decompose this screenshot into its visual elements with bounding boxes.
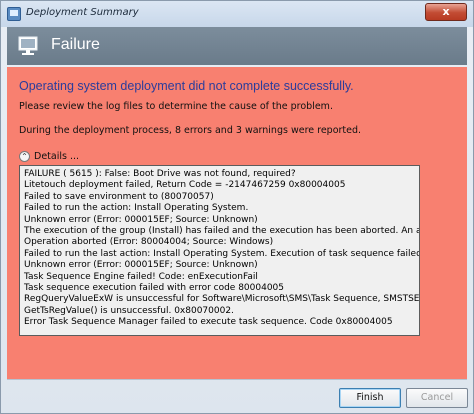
details-line: GetTsRegValue() is unsuccessful. 0x80070… [24,305,234,316]
finish-button[interactable]: Finish [339,388,401,408]
window-title: Deployment Summary [26,7,139,18]
details-line: Litetouch deployment failed, Return Code… [24,180,346,191]
summary-message-review: Please review the log files to determine… [19,101,333,112]
details-line: Failed to save environment to (80070057) [24,191,214,202]
details-line: FAILURE ( 5615 ): False: Boot Drive was … [24,169,296,179]
summary-headline: Operating system deployment did not comp… [19,79,354,93]
status-header: Failure [7,27,467,65]
details-line: RegQueryValueExW is unsuccessful for Sof… [24,294,420,305]
computer-monitor-icon [18,36,38,55]
details-line: Task sequence execution failed with erro… [24,283,285,294]
summary-panel: Operating system deployment did not comp… [7,67,467,379]
details-line: Unknown error (Error: 000015EF; Source: … [24,260,258,271]
summary-message-counts: During the deployment process, 8 errors … [19,125,362,136]
details-line: Task Sequence Engine failed! Code: enExe… [24,271,258,282]
details-label: Details ... [34,150,80,162]
details-line: Error Task Sequence Manager failed to ex… [24,317,393,328]
deployment-summary-window: Deployment Summary x Failure Operating s… [0,0,474,414]
close-button[interactable]: x [425,3,467,21]
details-toggle[interactable]: ⌃ Details ... [19,149,79,163]
footer-divider [7,379,467,380]
title-bar[interactable]: Deployment Summary x [1,1,473,27]
app-icon [7,7,21,21]
details-line: Failed to run the action: Install Operat… [24,203,249,214]
details-line: Failed to run the last action: Install O… [24,248,420,259]
page-title: Failure [51,36,100,53]
cancel-button[interactable]: Cancel [406,388,468,408]
details-line: The execution of the group (Install) has… [24,226,419,237]
details-textbox[interactable]: FAILURE ( 5615 ): False: Boot Drive was … [19,165,420,336]
details-line: Unknown error (Error: 000015EF; Source: … [24,214,258,225]
collapse-chevron-icon[interactable]: ⌃ [19,150,30,162]
details-line: Operation aborted (Error: 80004004; Sour… [24,237,274,248]
